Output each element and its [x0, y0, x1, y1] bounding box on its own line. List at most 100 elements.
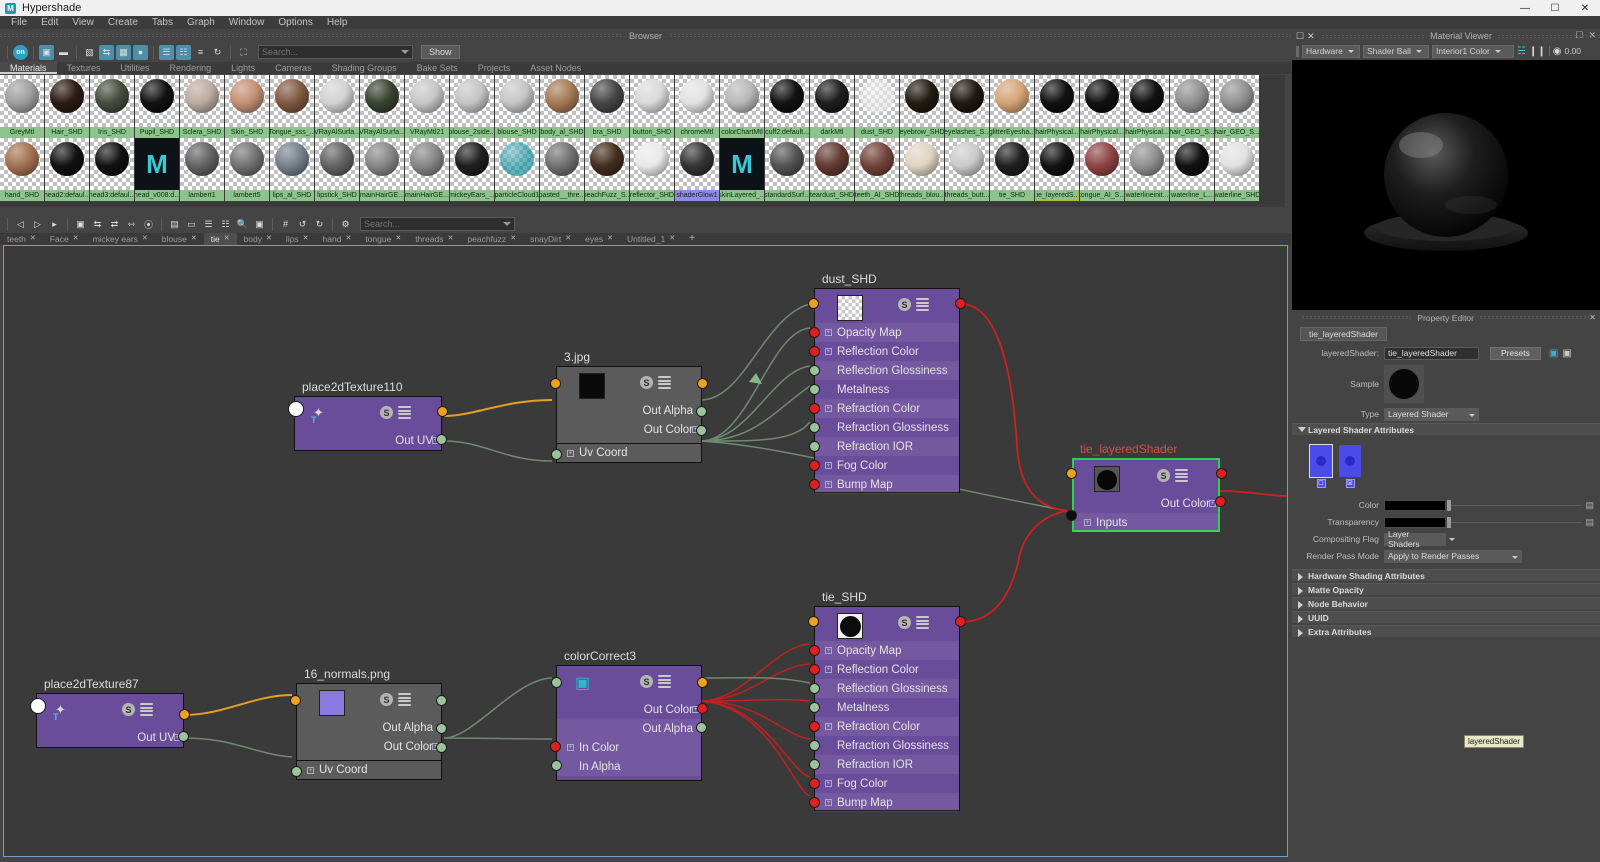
layer-swatch[interactable] [1309, 444, 1333, 478]
settings-gear-icon[interactable]: ◉ [1553, 46, 1562, 57]
category-tab-shading-groups[interactable]: Shading Groups [322, 62, 407, 74]
connected-attributes-icon[interactable]: ≡ [193, 45, 208, 60]
port-out-color[interactable] [436, 742, 447, 753]
clear-graph-icon[interactable]: ▬ [56, 45, 71, 60]
chevron-down-icon[interactable] [1449, 537, 1455, 541]
node-port-row-uv[interactable]: + Uv Coord [296, 761, 442, 780]
expand-icon[interactable]: + [825, 329, 832, 336]
browser-search-box[interactable] [258, 45, 413, 59]
show-all-attributes-icon[interactable]: ☷ [176, 44, 191, 60]
material-swatch[interactable]: Skin_SHD [225, 75, 269, 138]
close-icon[interactable]: ✕ [607, 233, 613, 245]
material-swatch[interactable]: hairPhysical... [1080, 75, 1124, 138]
port-out-uv[interactable] [178, 731, 189, 742]
render-pass-mode-dropdown[interactable]: Apply to Render Passes [1384, 549, 1522, 563]
material-swatch[interactable]: Mhead_v008:d... [135, 138, 179, 201]
node-port-row[interactable]: Refraction IOR [809, 755, 959, 774]
material-swatch[interactable]: peachFuzz_S... [585, 138, 629, 201]
expand-icon[interactable]: + [825, 481, 832, 488]
node-port-row[interactable]: Out Color + [557, 700, 701, 719]
material-swatch[interactable]: tie_layeredS... [1035, 138, 1079, 201]
expand-icon[interactable]: + [825, 647, 832, 654]
swatch-toggle-icon[interactable]: S [898, 298, 911, 311]
material-swatch[interactable]: lipstick_SHD [315, 138, 359, 201]
material-swatch[interactable]: dust_SHD [855, 75, 899, 138]
port-reflection-color[interactable] [809, 346, 820, 357]
browser-search-input[interactable] [262, 47, 409, 57]
sample-swatch[interactable] [1384, 365, 1424, 403]
material-swatch[interactable]: threads_butt... [945, 138, 989, 201]
material-swatch[interactable]: Hair_SHD [45, 75, 89, 138]
port-in-main[interactable] [550, 378, 561, 389]
port-in-main[interactable] [551, 677, 562, 688]
material-swatch[interactable]: chromeMtl [675, 75, 719, 138]
material-swatch[interactable]: VRayAlSurfa... [315, 75, 359, 138]
category-tab-materials[interactable]: Materials [0, 62, 57, 74]
attr-list-icon[interactable] [1175, 469, 1188, 482]
node-port-row[interactable]: + Refraction Color [809, 717, 959, 736]
node-dust-shd[interactable]: dust_SHD S + Opacity Map + Reflection Color… [808, 272, 966, 494]
category-tab-lights[interactable]: Lights [221, 62, 265, 74]
menu-window[interactable]: Window [222, 16, 272, 29]
graph-input-icon[interactable]: ◁ [13, 217, 28, 232]
menu-view[interactable]: View [65, 16, 101, 29]
graph-tab-teeth[interactable]: teeth ✕ [0, 233, 43, 245]
graph-output-icon[interactable]: ▸ [47, 217, 62, 232]
node-3jpg[interactable]: 3.jpg S Out Alpha Out Color + Uv Coord [550, 350, 708, 463]
search-dropdown-caret-icon[interactable] [401, 50, 409, 54]
port-in-main[interactable] [290, 695, 301, 706]
close-icon[interactable]: ✕ [142, 233, 148, 245]
material-swatch[interactable]: head3:defaul... [90, 138, 134, 201]
attr-list-icon[interactable] [916, 616, 929, 629]
category-tab-rendering[interactable]: Rendering [160, 62, 222, 74]
material-swatch[interactable]: eyelashes_S... [945, 75, 989, 138]
port-refraction-ior[interactable] [809, 441, 820, 452]
port-reflection-glossiness[interactable] [809, 365, 820, 376]
swatch-toggle-icon[interactable]: S [1157, 469, 1170, 482]
layer-item-2[interactable]: ☒ [1339, 445, 1361, 488]
expand-icon[interactable]: + [825, 348, 832, 355]
attr-list-icon[interactable] [140, 703, 153, 716]
material-swatch[interactable]: VRayMtl21 [405, 75, 449, 138]
material-swatch[interactable]: Pupil_SHD [135, 75, 179, 138]
port-out-main[interactable] [436, 695, 447, 706]
material-swatch[interactable]: mickeyEars_... [450, 138, 494, 201]
expand-icon[interactable]: + [1084, 519, 1091, 526]
material-swatch-grid[interactable]: GreyMtl Hair_SHD Iris_SHD Pupil_SHD Sclera_S… [0, 75, 1285, 207]
add-tab-button[interactable]: + [682, 233, 702, 245]
graph-rearrange-icon[interactable]: ⦿ [141, 217, 156, 232]
close-icon[interactable]: ✕ [669, 233, 675, 245]
close-icon[interactable]: ✕ [565, 233, 571, 245]
node-port-row[interactable]: Out Color + [297, 737, 441, 756]
color-swatch[interactable] [1384, 499, 1446, 511]
frame-selection-icon[interactable]: ▣ [252, 217, 267, 232]
material-swatch[interactable]: tongue_AI_S... [1080, 138, 1124, 201]
material-swatch[interactable]: VRayAlSurfa... [360, 75, 404, 138]
transparency-slider[interactable] [1447, 516, 1583, 528]
port-out-alpha[interactable] [696, 722, 707, 733]
render-swatch-icon[interactable]: ▣ [39, 44, 54, 60]
port-message-in[interactable] [30, 698, 46, 714]
menu-graph[interactable]: Graph [180, 16, 222, 29]
port-in-main[interactable] [1066, 468, 1077, 479]
close-icon[interactable]: ✕ [303, 233, 309, 245]
port-metalness[interactable] [809, 384, 820, 395]
port-out-uv[interactable] [436, 434, 447, 445]
material-swatch[interactable]: GreyMtl [0, 75, 44, 138]
port-opacity-map[interactable] [809, 645, 820, 656]
node-port-row-uv[interactable]: + Uv Coord [556, 444, 702, 463]
material-swatch[interactable]: threads_blou... [900, 138, 944, 201]
port-reflection-color[interactable] [809, 664, 820, 675]
node-port-row[interactable]: + Reflection Color [809, 660, 959, 679]
port-out-alpha[interactable] [696, 406, 707, 417]
input-output-connections-icon[interactable]: ⇆ [99, 44, 114, 60]
material-swatch[interactable]: hairPhysical... [1125, 75, 1169, 138]
node-port-row[interactable]: + Fog Color [809, 774, 959, 793]
material-swatch[interactable]: mainHairGE... [360, 138, 404, 201]
graph-tab-peachfuzz[interactable]: peachfuzz ✕ [460, 233, 523, 245]
node-port-row[interactable]: + Inputs [1074, 513, 1218, 532]
graph-tab-blouse[interactable]: blouse ✕ [155, 233, 204, 245]
graph-materials-icon[interactable]: ▣ [73, 217, 88, 232]
refresh-graph-icon[interactable]: ↻ [210, 45, 225, 60]
node-16-normals-png[interactable]: 16_normals.png S Out Alpha Out Color + U… [290, 667, 447, 780]
